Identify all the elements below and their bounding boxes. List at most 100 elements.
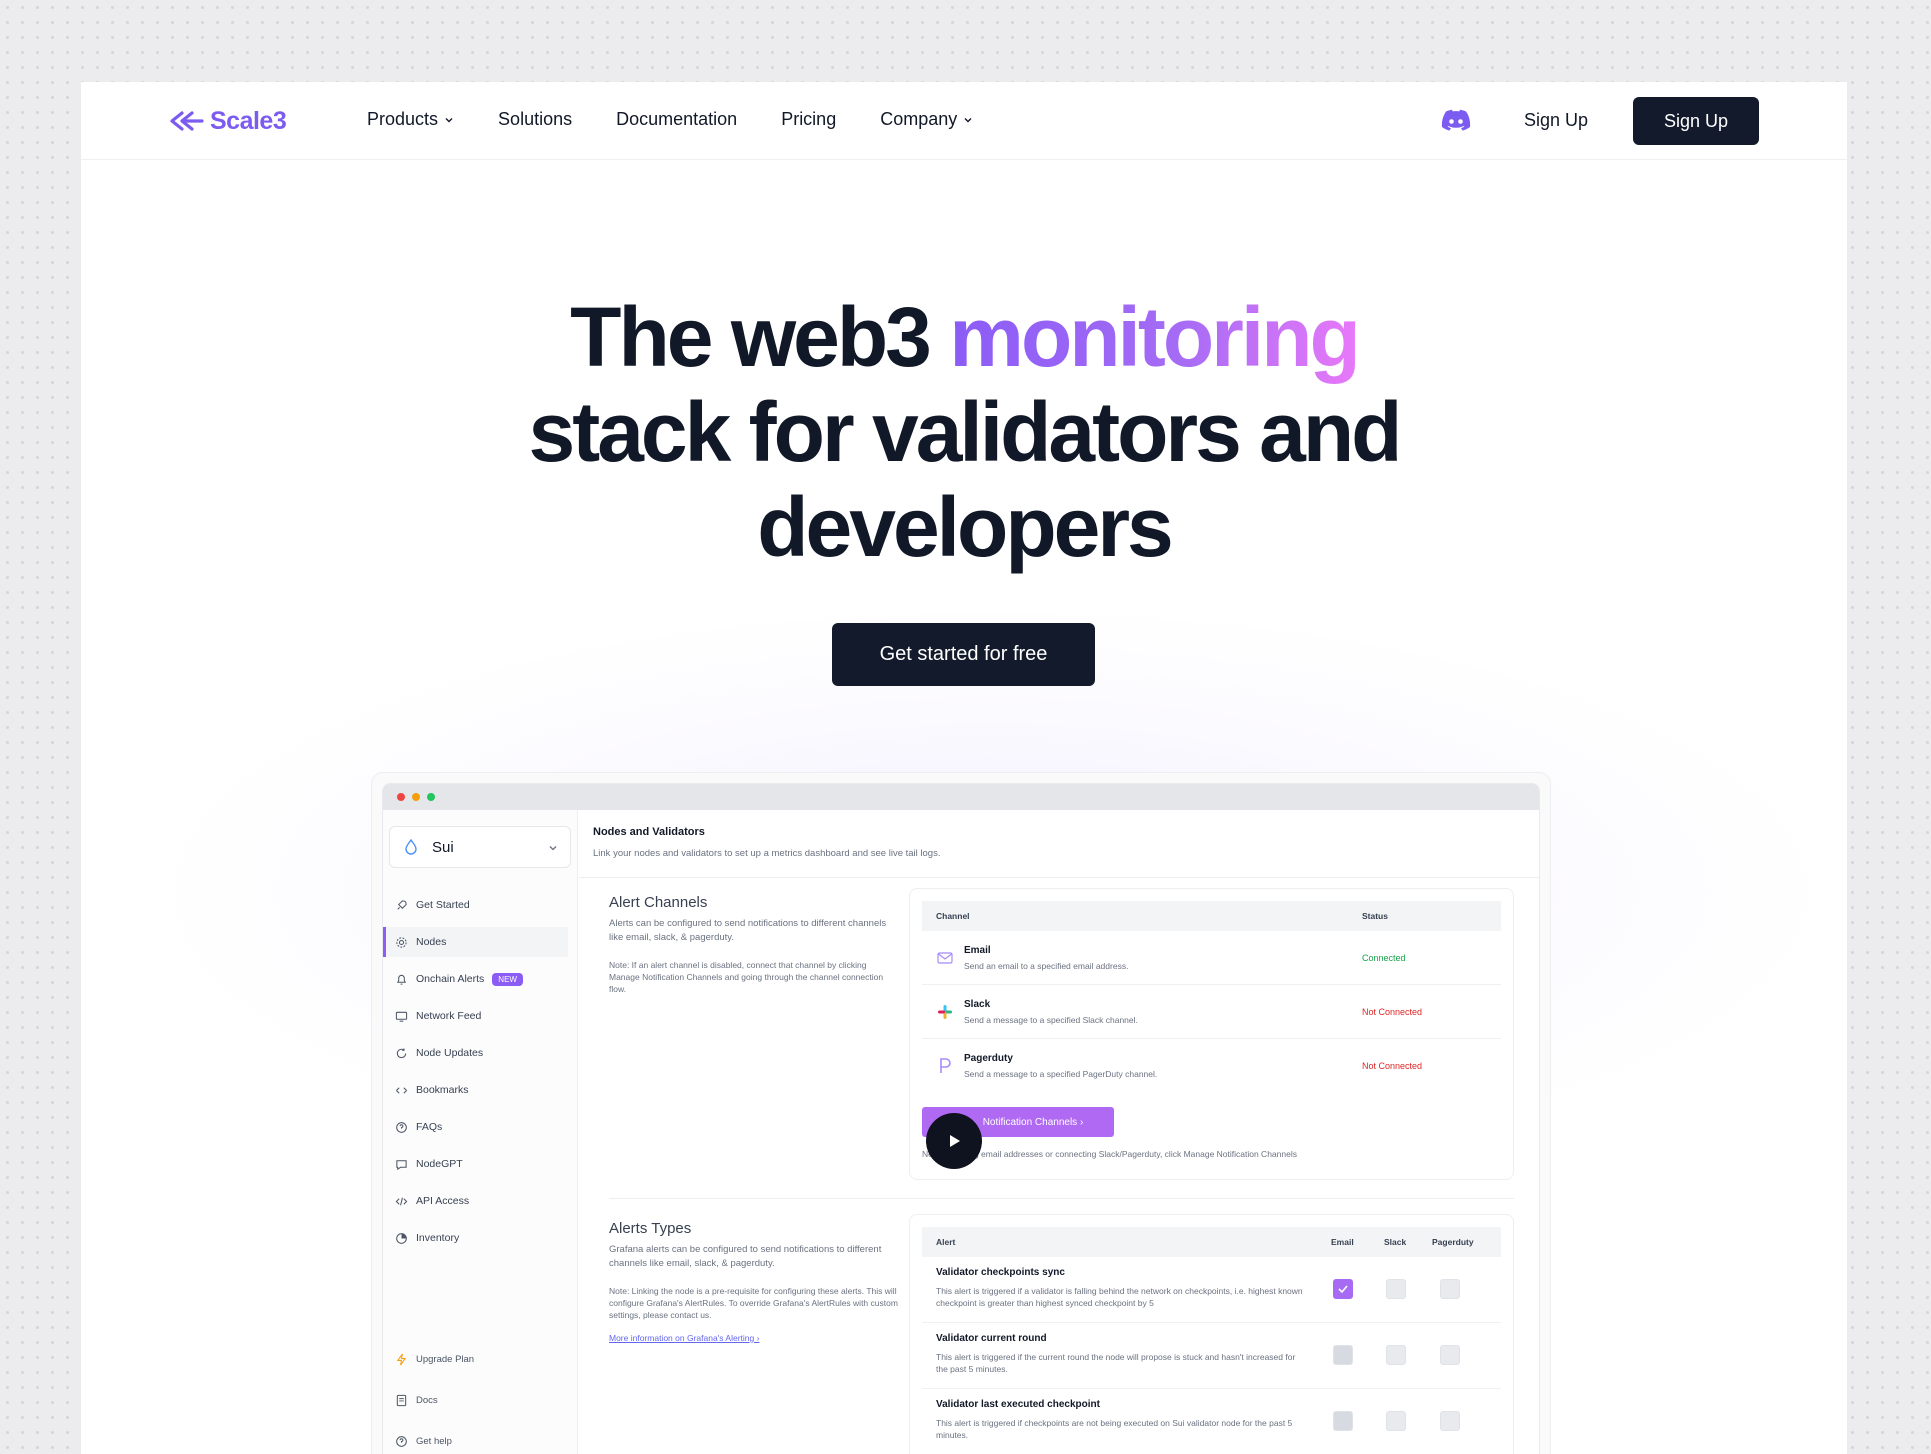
sidebar-item-nodes[interactable]: Nodes xyxy=(383,927,568,957)
hero-line-3: developers xyxy=(757,480,1174,574)
pagerduty-checkbox[interactable] xyxy=(1440,1345,1460,1365)
email-checkbox[interactable] xyxy=(1333,1411,1353,1431)
nav-company[interactable]: Company xyxy=(880,109,973,130)
sidebar-item-inventory[interactable]: Inventory xyxy=(383,1223,577,1253)
page-frame: Scale3 Products Solutions Documentation … xyxy=(81,82,1847,1454)
alert-types-card: Alert Email Slack Pagerduty Validator ch… xyxy=(909,1214,1514,1454)
chain-select-value: Sui xyxy=(432,838,454,856)
table-row: Validator current round This alert is tr… xyxy=(922,1323,1501,1389)
pagerduty-checkbox[interactable] xyxy=(1440,1411,1460,1431)
channel-name: Slack xyxy=(964,998,991,1010)
sidebar-item-onchain-alerts[interactable]: Onchain Alerts NEW xyxy=(383,964,577,994)
alert-channels-card: Channel Status Email Send an email to a s… xyxy=(909,888,1514,1180)
sidebar-item-label: Nodes xyxy=(416,936,447,948)
alert-desc: This alert is triggered if the current r… xyxy=(936,1352,1296,1374)
app-preview: Sui Get Started Nodes Onchain Alerts NEW… xyxy=(371,772,1551,1454)
sidebar-item-label: Inventory xyxy=(416,1232,460,1244)
nav-solutions[interactable]: Solutions xyxy=(498,109,572,130)
slack-checkbox[interactable] xyxy=(1386,1279,1406,1299)
get-started-button[interactable]: Get started for free xyxy=(832,623,1095,686)
nav-products[interactable]: Products xyxy=(367,109,454,130)
alert-name: Validator checkpoints sync xyxy=(936,1267,1065,1278)
nav-documentation[interactable]: Documentation xyxy=(616,109,737,130)
table-row[interactable]: Pagerduty Send a message to a specified P… xyxy=(922,1039,1501,1093)
email-checkbox[interactable] xyxy=(1333,1279,1353,1299)
status-badge: Not Connected xyxy=(1362,1061,1423,1071)
brand-logo[interactable]: Scale3 xyxy=(168,106,287,136)
window-titlebar xyxy=(383,784,1539,810)
alert-types-description: Grafana alerts can be configured to send… xyxy=(609,1244,882,1269)
app-main: Nodes and Validators Link your nodes and… xyxy=(579,810,1539,1454)
hero-line-1: The web3 monitoring xyxy=(81,290,1847,385)
sidebar-item-get-started[interactable]: Get Started xyxy=(383,890,577,920)
nav-solutions-label: Solutions xyxy=(498,109,573,129)
sidebar-item-docs[interactable]: Docs xyxy=(383,1385,577,1415)
maximize-dot-icon xyxy=(427,793,435,801)
sidebar-item-label: API Access xyxy=(416,1195,470,1207)
page-title: Nodes and Validators xyxy=(593,826,705,838)
sidebar-item-label: Node Updates xyxy=(416,1047,484,1059)
nav-pricing[interactable]: Pricing xyxy=(781,109,836,130)
bell-icon xyxy=(396,974,407,985)
sidebar-item-faqs[interactable]: FAQs xyxy=(383,1112,577,1142)
channel-desc: Send an email to a specified email addre… xyxy=(964,960,1129,971)
sidebar-item-get-help[interactable]: Get help xyxy=(383,1426,577,1454)
hero-headline: The web3 monitoring stack for validators… xyxy=(81,290,1847,575)
sidebar-item-label: Get help xyxy=(416,1435,452,1447)
nav-links: Products Solutions Documentation Pricing… xyxy=(367,109,973,130)
slack-checkbox[interactable] xyxy=(1386,1345,1406,1365)
column-pagerduty: Pagerduty xyxy=(1432,1237,1474,1247)
sui-drop-icon xyxy=(405,839,417,855)
grafana-alerting-link[interactable]: More information on Grafana's Alerting › xyxy=(609,1333,759,1343)
sidebar-item-api-access[interactable]: API Access xyxy=(383,1186,577,1216)
page-subtitle: Link your nodes and validators to set up… xyxy=(593,848,941,859)
hero-highlight: monitoring xyxy=(949,290,1361,384)
chat-icon xyxy=(396,1159,407,1170)
chain-select[interactable]: Sui xyxy=(389,826,571,868)
bolt-icon xyxy=(396,1353,407,1365)
sidebar-nav: Get Started Nodes Onchain Alerts NEW Net… xyxy=(383,890,577,1260)
channel-name: Pagerduty xyxy=(964,1053,1013,1064)
sidebar-item-label: FAQs xyxy=(416,1121,443,1133)
discord-icon[interactable] xyxy=(1441,108,1471,132)
signup-button[interactable]: Sign Up xyxy=(1633,97,1759,145)
alert-types-intro: Alerts Types Grafana alerts can be confi… xyxy=(609,1220,899,1346)
alert-types-note: Note: Linking the node is a pre-requisit… xyxy=(609,1286,898,1320)
sidebar-item-nodegpt[interactable]: NodeGPT xyxy=(383,1149,577,1179)
alert-types-table-header: Alert Email Slack Pagerduty xyxy=(922,1227,1501,1257)
sidebar-item-bookmarks[interactable]: Bookmarks xyxy=(383,1075,577,1105)
help-icon xyxy=(396,1121,407,1133)
nav-products-label: Products xyxy=(367,109,439,129)
main-header: Nodes and Validators Link your nodes and… xyxy=(579,810,1539,878)
sidebar-item-network-feed[interactable]: Network Feed xyxy=(383,1001,577,1031)
chevron-down-icon xyxy=(445,117,453,122)
refresh-icon xyxy=(396,1047,407,1058)
slack-checkbox[interactable] xyxy=(1386,1411,1406,1431)
table-row[interactable]: Email Send an email to a specified email … xyxy=(922,931,1501,985)
pie-icon xyxy=(396,1232,407,1244)
new-badge: NEW xyxy=(492,972,523,986)
alert-name: Validator last executed checkpoint xyxy=(936,1399,1100,1410)
play-video-button[interactable] xyxy=(926,1113,982,1169)
signin-link[interactable]: Sign Up xyxy=(1524,110,1588,131)
code-icon xyxy=(395,1197,408,1205)
column-email: Email xyxy=(1331,1237,1354,1247)
doc-icon xyxy=(396,1394,407,1406)
alert-channels-intro: Alert Channels Alerts can be configured … xyxy=(609,894,899,995)
sidebar-item-label: Get Started xyxy=(416,899,470,911)
sidebar-bottom: Upgrade Plan Docs Get help xyxy=(383,1344,577,1454)
pagerduty-checkbox[interactable] xyxy=(1440,1279,1460,1299)
channel-name: Email xyxy=(964,944,991,956)
alert-channels-title: Alert Channels xyxy=(609,894,708,911)
table-row[interactable]: Slack Send a message to a specified Slack… xyxy=(922,985,1501,1039)
email-checkbox[interactable] xyxy=(1333,1345,1353,1365)
sidebar-item-node-updates[interactable]: Node Updates xyxy=(383,1038,577,1068)
status-badge: Not Connected xyxy=(1362,1006,1423,1017)
alert-types-title: Alerts Types xyxy=(609,1220,692,1237)
column-slack: Slack xyxy=(1384,1237,1407,1247)
close-dot-icon xyxy=(397,793,405,801)
sidebar-item-upgrade-plan[interactable]: Upgrade Plan xyxy=(383,1344,577,1374)
alert-desc: This alert is triggered if a validator i… xyxy=(936,1286,1303,1308)
check-icon xyxy=(1338,1285,1348,1294)
sidebar-item-label: Network Feed xyxy=(416,1010,482,1022)
